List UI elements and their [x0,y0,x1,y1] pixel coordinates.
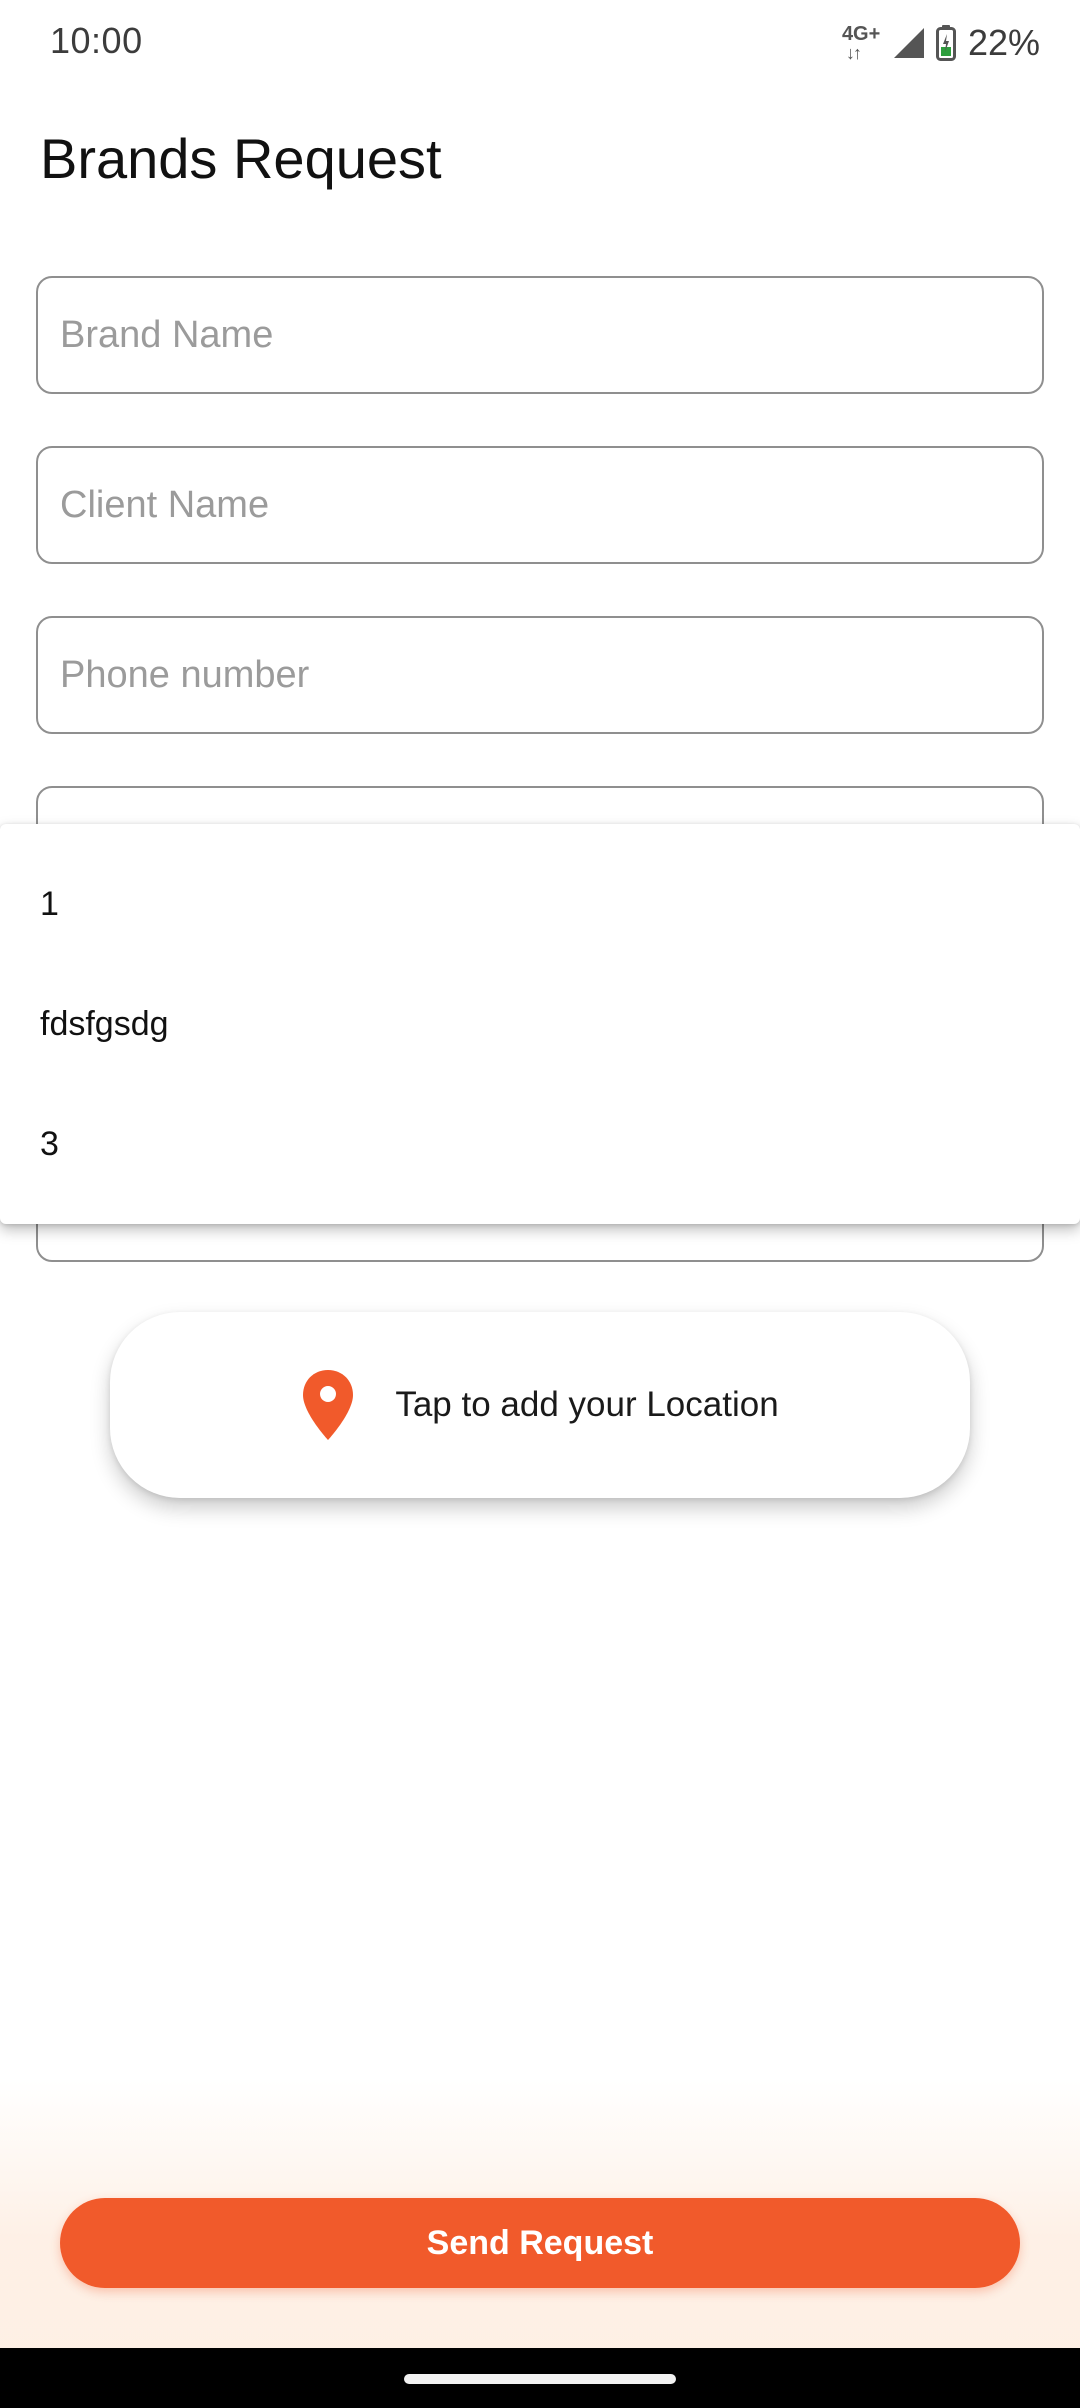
dropdown-menu: 1 fdsfgsdg 3 [0,824,1080,1224]
battery-percent: 22% [967,22,1040,63]
phone-number-input[interactable] [38,618,1042,732]
navigation-bar [0,2348,1080,2408]
signal-icon [892,26,926,60]
client-name-input[interactable] [38,448,1042,562]
dropdown-option[interactable]: 3 [0,1084,1080,1204]
screen: 10:00 4G+ ↓↑ 22% Brands Request Brand Na… [0,0,1080,2408]
network-4g-icon: 4G+ ↓↑ [841,23,881,63]
location-pin-icon [301,1368,355,1442]
status-time: 10:00 [50,20,143,61]
add-location-button[interactable]: Tap to add your Location [110,1312,970,1498]
brand-name-field[interactable] [36,276,1044,394]
status-bar: 10:00 4G+ ↓↑ 22% [0,0,1080,88]
status-icons: 4G+ ↓↑ 22% [842,18,1040,68]
client-name-field[interactable] [36,446,1044,564]
home-indicator[interactable] [404,2374,676,2384]
brand-name-input[interactable] [38,278,1042,392]
battery-icon [935,25,956,61]
dropdown-option[interactable]: fdsfgsdg [0,964,1080,1084]
dropdown-option[interactable]: 1 [0,844,1080,964]
page-title: Brands Request [40,127,442,190]
send-request-button[interactable]: Send Request [60,2198,1020,2288]
phone-number-field[interactable] [36,616,1044,734]
location-label: Tap to add your Location [395,1385,779,1424]
